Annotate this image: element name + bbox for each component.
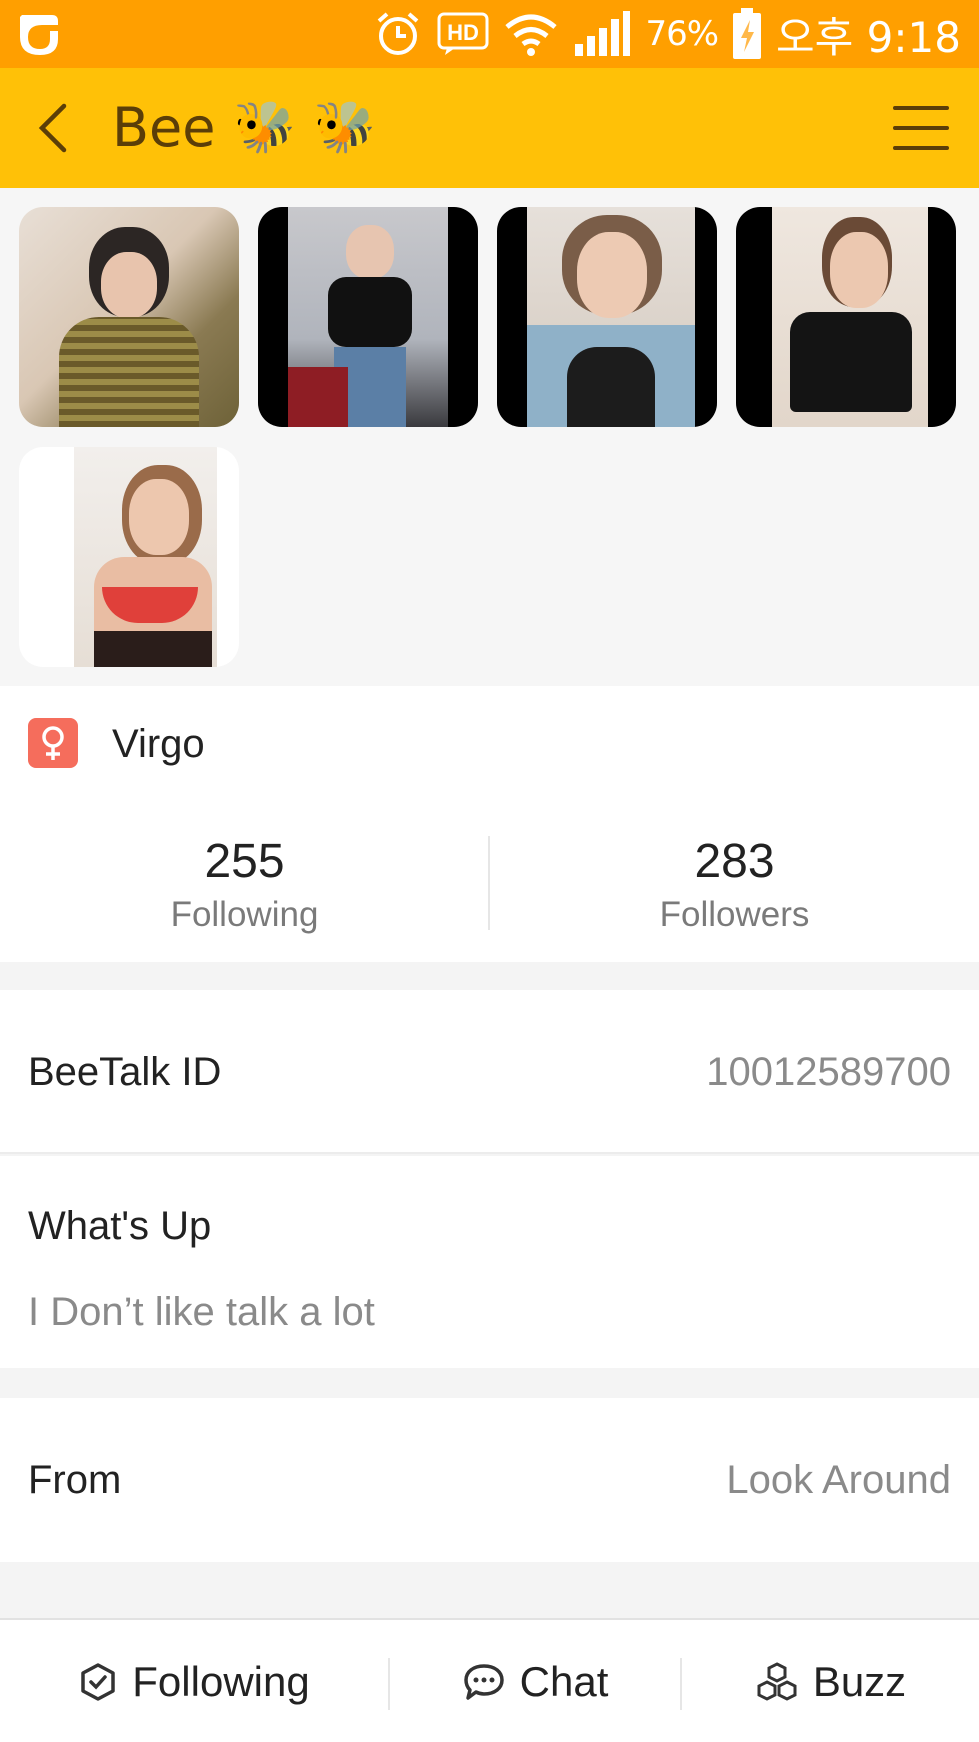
shield-check-icon	[81, 1663, 116, 1701]
profile-photo-2[interactable]	[258, 207, 478, 427]
profile-summary: Virgo 255 Following 283 Followers	[0, 686, 979, 962]
following-stat[interactable]: 255 Following	[0, 834, 489, 935]
battery-percent: 76%	[645, 14, 719, 54]
followers-label: Followers	[659, 895, 810, 934]
zodiac-sign: Virgo	[112, 722, 205, 766]
followers-count: 283	[694, 835, 775, 888]
profile-photo-4[interactable]	[736, 207, 956, 427]
hd-icon: HD	[437, 12, 489, 55]
beetalk-id-row: BeeTalk ID 10012589700	[0, 990, 979, 1154]
profile-photo-5[interactable]	[19, 447, 239, 667]
photo-grid	[0, 188, 979, 686]
back-arrow-icon[interactable]	[28, 98, 88, 158]
bee-emoji-2: 🐝	[313, 98, 377, 156]
whatsup-value: I Don’t like talk a lot	[28, 1290, 375, 1334]
chat-bubble-icon	[463, 1664, 504, 1700]
following-label: Following	[170, 895, 319, 934]
following-count: 255	[204, 835, 285, 888]
app-notification-icon	[20, 15, 58, 55]
profile-name: Bee	[112, 96, 216, 159]
status-bar: HD 76% 오후 9:18	[0, 0, 979, 68]
from-value: Look Around	[726, 1458, 951, 1502]
buzz-hexagons-icon	[757, 1662, 797, 1701]
following-button[interactable]: Following	[0, 1620, 388, 1742]
app-bar: Bee 🐝 🐝	[0, 68, 979, 188]
wifi-icon	[505, 14, 558, 56]
bee-emoji-1: 🐝	[233, 98, 296, 156]
bottom-action-bar: Following Chat Buzz	[0, 1618, 979, 1742]
clock: 오후 9:18	[776, 12, 961, 62]
profile-photo-1[interactable]	[19, 207, 239, 427]
menu-icon[interactable]	[891, 102, 951, 154]
chat-button-label: Chat	[519, 1658, 609, 1705]
whatsup-label: What's Up	[28, 1204, 212, 1248]
beetalk-id-label: BeeTalk ID	[28, 1050, 222, 1094]
page-title: Bee 🐝 🐝	[112, 96, 376, 159]
battery-charging-icon	[733, 8, 762, 59]
beetalk-id-value: 10012589700	[706, 1050, 951, 1094]
buzz-button-label: Buzz	[812, 1658, 907, 1705]
chat-button[interactable]: Chat	[390, 1620, 680, 1742]
profile-photo-3[interactable]	[497, 207, 717, 427]
alarm-icon	[378, 12, 419, 55]
signal-icon	[575, 11, 631, 56]
svg-text:HD: HD	[448, 20, 480, 45]
buzz-button[interactable]: Buzz	[682, 1620, 979, 1742]
followers-stat[interactable]: 283 Followers	[490, 834, 979, 935]
from-label: From	[28, 1458, 122, 1502]
following-button-label: Following	[132, 1658, 310, 1705]
from-row: From Look Around	[0, 1398, 979, 1562]
female-symbol-icon	[42, 726, 64, 760]
female-gender-badge	[28, 718, 78, 768]
whatsup-row: What's Up I Don’t like talk a lot	[0, 1156, 979, 1368]
